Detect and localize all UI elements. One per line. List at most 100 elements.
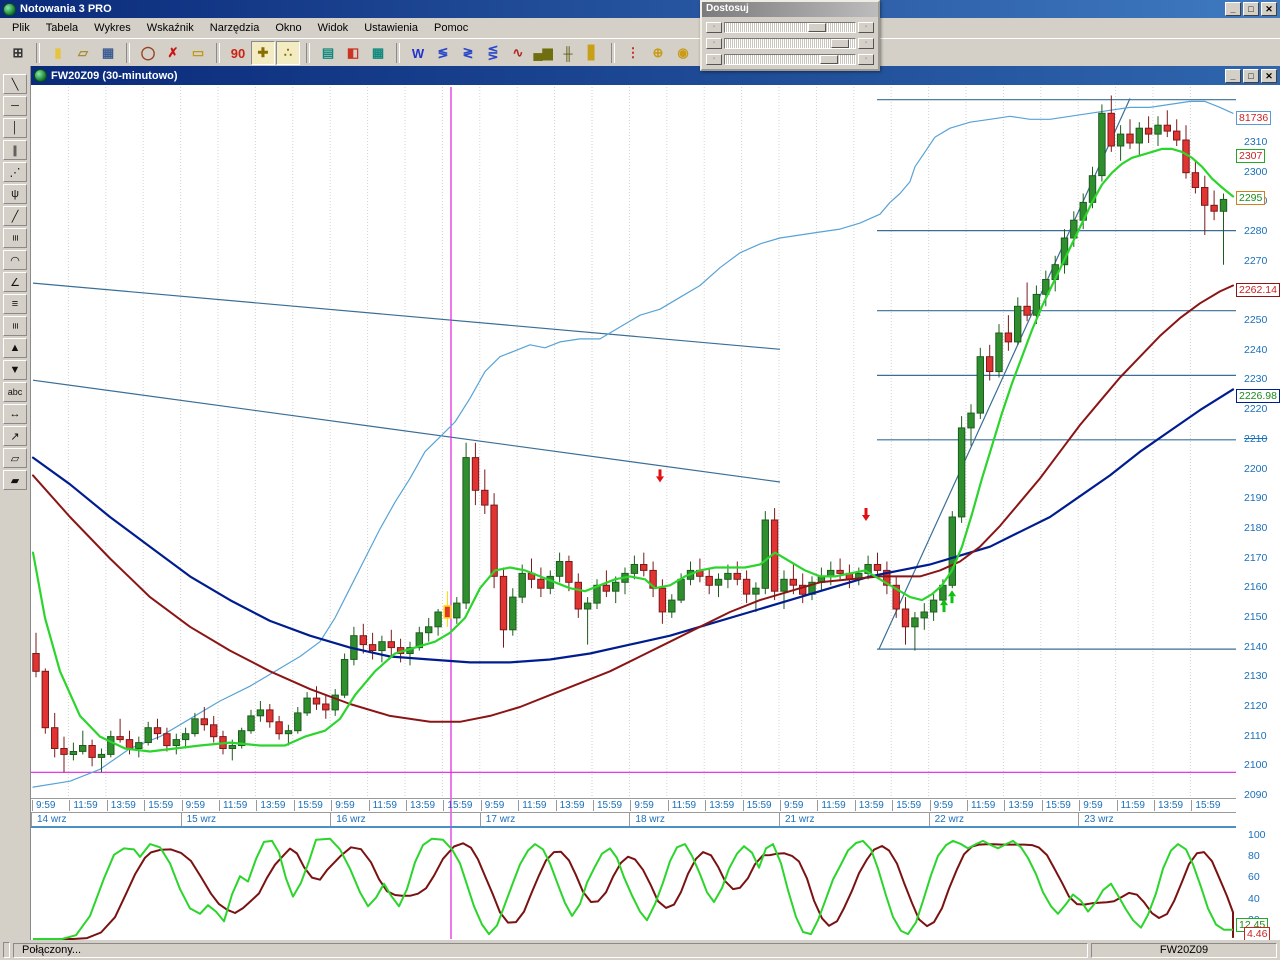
slider-track-1[interactable] — [724, 21, 856, 33]
time-label: 9:59 — [331, 800, 355, 811]
time-label: 11:59 — [69, 800, 98, 811]
slider-decrease-button[interactable]: · — [706, 21, 722, 33]
ohlc-bars-icon[interactable]: ╫ — [556, 41, 580, 65]
chart-minimize-button[interactable]: _ — [1225, 68, 1241, 83]
signal-dots-icon[interactable]: ⋮ — [621, 41, 645, 65]
time-label: 15:59 — [742, 800, 772, 811]
minimize-button[interactable]: _ — [1225, 2, 1241, 16]
menu-item-wykres[interactable]: Wykres — [86, 20, 139, 36]
eraser-tool-icon[interactable]: ▱ — [3, 448, 27, 468]
channel-tool-icon[interactable]: ≡ — [3, 228, 27, 248]
new-chart-icon[interactable]: ▮ — [46, 41, 70, 65]
arrow-down-marker-tool-icon[interactable]: ▼ — [3, 360, 27, 380]
slider-thumb-2[interactable] — [830, 38, 849, 48]
chart-close-button[interactable]: ✕ — [1261, 68, 1277, 83]
time-label: 9:59 — [929, 800, 953, 811]
time-label: 9:59 — [32, 800, 55, 811]
watchlist-icon[interactable]: W — [406, 41, 430, 65]
restore-button[interactable]: □ — [1243, 2, 1259, 16]
horizontal-line-tool-icon[interactable]: ─ — [3, 96, 27, 116]
toolbar-separator — [216, 43, 220, 63]
app-logo-icon — [3, 2, 16, 16]
mosaic-icon[interactable]: ◧ — [341, 41, 365, 65]
histogram-icon[interactable]: ▄▆ — [531, 41, 555, 65]
date-label: 23 wrz — [1084, 814, 1114, 825]
time-label: 11:59 — [368, 800, 397, 811]
slider-thumb-1[interactable] — [808, 22, 827, 32]
open-folder-icon[interactable]: ▱ — [71, 41, 95, 65]
add-marker-icon[interactable]: ⊕ — [646, 41, 670, 65]
slider-increase-button[interactable]: · — [858, 37, 874, 49]
dostosuj-slider-row: · · — [706, 21, 874, 33]
ray-tool-icon[interactable]: ╱ — [3, 206, 27, 226]
slider-increase-button[interactable]: · — [858, 21, 874, 33]
parallel-lines-tool-icon[interactable]: ∥ — [3, 140, 27, 160]
pane-splitter[interactable] — [31, 826, 1280, 828]
slider-decrease-button[interactable]: · — [706, 53, 722, 65]
connection-status: Połączony... — [13, 942, 1088, 958]
date-separator — [629, 813, 631, 827]
chart-restore-button[interactable]: □ — [1243, 68, 1259, 83]
time-label: 15:59 — [593, 800, 622, 811]
text-tool-icon[interactable]: abc — [3, 382, 27, 402]
pattern-dots-icon[interactable]: ∴ — [276, 41, 300, 65]
menu-item-widok[interactable]: Widok — [310, 20, 357, 36]
price-tick-label: 2090 — [1244, 789, 1268, 801]
quotes-table-icon[interactable]: ▤ — [316, 41, 340, 65]
toolbar-separator — [126, 43, 130, 63]
menu-item-tabela[interactable]: Tabela — [38, 20, 86, 36]
zigzag-down-icon[interactable]: ⋚ — [481, 41, 505, 65]
gann-fan-tool-icon[interactable]: ∠ — [3, 272, 27, 292]
menu-item-narzdzia[interactable]: Narzędzia — [202, 20, 268, 36]
slider-track-2[interactable] — [724, 37, 856, 49]
eraser-all-tool-icon[interactable]: ▰ — [3, 470, 27, 490]
time-axis: 9:59 11:59 13:59 15:59 9:59 11:59 13:59 15:59 9:… — [31, 798, 1236, 813]
line-chart-icon[interactable]: ∿ — [506, 41, 530, 65]
menu-item-ustawienia[interactable]: Ustawienia — [356, 20, 426, 36]
slider-track-3[interactable] — [724, 53, 856, 65]
menu-item-plik[interactable]: Plik — [4, 20, 38, 36]
speed-lines-tool-icon[interactable]: ⋰ — [3, 162, 27, 182]
delete-icon[interactable]: ✗ — [161, 41, 185, 65]
price-value-badge: 2262.14 — [1236, 283, 1280, 297]
crosshair-icon[interactable]: ✚ — [251, 41, 275, 65]
date-label: 18 wrz — [635, 814, 665, 825]
vertical-line-tool-icon[interactable]: │ — [3, 118, 27, 138]
slider-decrease-button[interactable]: · — [706, 37, 722, 49]
date-label: 21 wrz — [785, 814, 815, 825]
price-tick-label: 2270 — [1244, 255, 1268, 267]
pointer-tool-icon[interactable]: ↗ — [3, 426, 27, 446]
menu-item-okno[interactable]: Okno — [267, 20, 309, 36]
candlestick-icon[interactable]: ▋ — [581, 41, 605, 65]
pitchfork-tool-icon[interactable]: ψ — [3, 184, 27, 204]
scale-numbers-icon[interactable]: 90 — [226, 41, 250, 65]
trend-line-tool-icon[interactable]: ╲ — [3, 74, 27, 94]
time-label: 15:59 — [892, 800, 921, 811]
dostosuj-title[interactable]: Dostosuj — [702, 2, 878, 17]
toolbar-separator — [306, 43, 310, 63]
fibonacci-timezones-tool-icon[interactable]: ≡ — [3, 316, 27, 336]
zigzag-up-icon[interactable]: ≶ — [431, 41, 455, 65]
price-value-badge: 2226.98 — [1236, 389, 1280, 403]
horizontal-resize-tool-icon[interactable]: ↔ — [3, 404, 27, 424]
slider-thumb-3[interactable] — [820, 54, 839, 64]
zigzag-mid-icon[interactable]: ≷ — [456, 41, 480, 65]
fibonacci-retracement-tool-icon[interactable]: ≡ — [3, 294, 27, 314]
arrow-up-marker-tool-icon[interactable]: ▲ — [3, 338, 27, 358]
chart-alert-icon[interactable]: ◉ — [671, 41, 695, 65]
chart-window-title: FW20Z09 (30-minutowo) — [51, 69, 178, 82]
slider-increase-button[interactable]: · — [858, 53, 874, 65]
details-table-icon[interactable]: ▦ — [366, 41, 390, 65]
price-tick-label: 2230 — [1244, 373, 1268, 385]
zoom-icon[interactable]: ◯ — [136, 41, 160, 65]
menu-item-pomoc[interactable]: Pomoc — [426, 20, 476, 36]
fibonacci-arcs-tool-icon[interactable]: ◠ — [3, 250, 27, 270]
close-button[interactable]: ✕ — [1261, 2, 1277, 16]
save-icon[interactable]: ▦ — [96, 41, 120, 65]
price-tick-label: 2110 — [1244, 730, 1267, 742]
menu-item-wskanik[interactable]: Wskaźnik — [139, 20, 202, 36]
time-label: 9:59 — [780, 800, 803, 811]
app-titlebar: Notowania 3 PRO _ □ ✕ — [0, 0, 1280, 18]
window-grid-icon[interactable]: ⊞ — [6, 41, 30, 65]
ruler-icon[interactable]: ▭ — [186, 41, 210, 65]
